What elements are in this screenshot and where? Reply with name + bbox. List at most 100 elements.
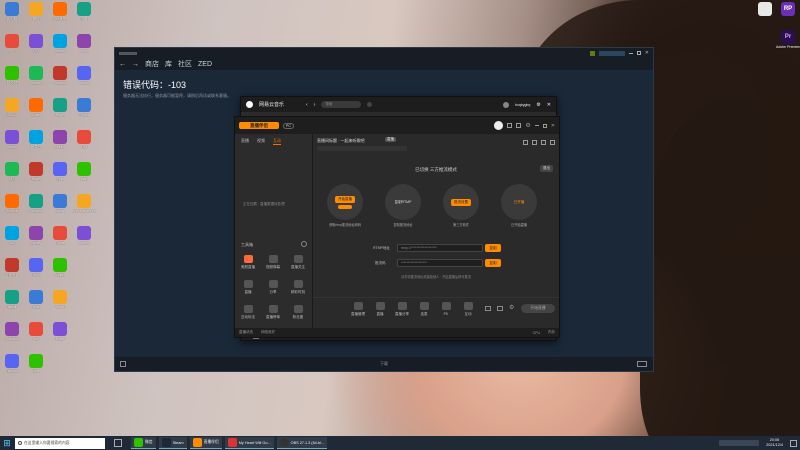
downloads-label[interactable]: 下载 <box>380 361 388 367</box>
desktop-icon[interactable]: Origin <box>24 256 48 290</box>
desktop-icon[interactable]: Steam <box>24 64 48 98</box>
refresh-icon[interactable] <box>301 241 307 247</box>
desktop-icon[interactable]: Steam <box>48 32 72 66</box>
back-arrow-icon[interactable]: ← <box>119 61 126 68</box>
tab-interact[interactable]: 互动 <box>273 138 281 145</box>
bottom-tool[interactable]: PK <box>435 302 457 316</box>
desktop-icon[interactable]: MS <box>0 160 24 194</box>
taskbar-app-music[interactable]: My Heart Will Go... <box>224 437 274 449</box>
desktop-icon[interactable]: 此电脑 <box>0 0 24 34</box>
desktop-icon[interactable]: Folder <box>24 288 48 322</box>
gear-icon[interactable]: ⚙ <box>509 304 514 311</box>
close-icon[interactable]: ✕ <box>645 50 649 56</box>
back-icon[interactable]: ‹ <box>306 102 308 108</box>
desktop-icon[interactable]: Chrome <box>24 192 48 226</box>
bottom-tool[interactable]: 直播 <box>369 302 391 317</box>
lock-icon[interactable] <box>523 140 528 145</box>
steam-menu-icon[interactable] <box>119 51 137 55</box>
nav-community[interactable]: 社区 <box>178 59 192 69</box>
friends-icon[interactable] <box>637 361 647 367</box>
bottom-tool[interactable]: 连麦 <box>413 302 435 317</box>
desktop-icon[interactable]: Adobe <box>72 64 96 98</box>
nav-library[interactable]: 库 <box>165 59 172 69</box>
desktop-icon[interactable]: Pr Adobe Premiere Pro <box>776 28 800 62</box>
windows-start-icon[interactable]: ⊞ <box>2 438 12 448</box>
desktop-icon[interactable]: Photos <box>72 96 96 130</box>
minimize-icon[interactable] <box>628 52 633 54</box>
settings-icon[interactable]: ⚙ <box>536 102 540 108</box>
desktop-icon[interactable]: NVIDIA <box>0 96 24 130</box>
tool-item[interactable]: 视频弹幕 <box>262 255 284 270</box>
taskbar-app-live[interactable]: 直播伴侣 <box>189 437 222 449</box>
desktop-icon[interactable]: Note <box>24 352 48 386</box>
key-field[interactable]: ******************* <box>397 259 483 267</box>
tool-item[interactable]: 精彩时刻 <box>287 280 309 295</box>
close-icon[interactable]: ✕ <box>551 123 555 129</box>
share-icon[interactable] <box>550 140 555 145</box>
desktop-icon[interactable]: 迅雷 <box>72 0 96 34</box>
exit-mode-button[interactable]: 退出 <box>540 165 553 172</box>
desktop-icon[interactable]: Game <box>48 224 72 258</box>
desktop-icon[interactable]: 360 <box>0 224 24 258</box>
desktop-icon[interactable]: Firefox <box>48 128 72 162</box>
tray-icons[interactable] <box>719 440 760 446</box>
account-badge[interactable] <box>598 50 625 56</box>
desktop-icon[interactable]: Word <box>48 288 72 322</box>
desktop-icon[interactable]: 百度网盘 <box>0 256 24 290</box>
desktop-icon[interactable]: QQ音乐 <box>48 0 72 34</box>
desktop-icon[interactable]: Epic Games Launcher <box>72 192 96 226</box>
desktop-icon[interactable]: WeChat <box>0 192 24 226</box>
tool-item[interactable]: 互动玩法 <box>237 305 259 320</box>
forward-icon[interactable]: › <box>314 102 316 108</box>
desktop-icon[interactable]: 微信 <box>24 0 48 34</box>
tool-item[interactable]: 粉丝团 <box>287 305 309 320</box>
bottom-tool[interactable]: 互动 <box>457 302 479 317</box>
desktop-icon[interactable]: Tool <box>72 128 96 162</box>
desktop-icon[interactable]: Discord <box>0 352 24 386</box>
gift-icon[interactable] <box>516 123 522 128</box>
forward-arrow-icon[interactable]: → <box>132 61 139 68</box>
tool-item[interactable]: 直播榜单 <box>262 305 284 320</box>
desktop-icon[interactable]: Epic <box>48 160 72 194</box>
task-view-icon[interactable] <box>114 439 122 447</box>
clock[interactable]: 20:06 2021/12/4 <box>766 438 783 448</box>
desktop-icon[interactable]: 网络 <box>0 32 24 66</box>
settings-icon[interactable]: ⚙ <box>525 122 530 129</box>
notification-icon[interactable] <box>790 439 797 447</box>
desktop-icon[interactable]: Speed <box>72 224 96 258</box>
music-user[interactable]: hxqbygbq <box>515 103 530 107</box>
desktop-icon[interactable]: Xbox <box>72 32 96 66</box>
maximize-icon[interactable] <box>636 51 641 55</box>
desktop-icon[interactable]: Video <box>48 256 72 290</box>
camera-icon[interactable] <box>485 306 491 311</box>
step-button[interactable]: 开始直播 <box>335 195 355 203</box>
notification-icon[interactable] <box>589 50 595 56</box>
desktop-icon[interactable]: Cortana <box>0 320 24 354</box>
nav-store[interactable]: 商店 <box>145 59 159 69</box>
desktop-icon[interactable]: Map <box>72 160 96 194</box>
tool-item[interactable]: 直播关注 <box>287 255 309 270</box>
tool-item[interactable]: 分享 <box>262 280 284 295</box>
taskbar-search[interactable]: 在这里输入你要搜索的内容 <box>15 437 105 449</box>
desktop-icon[interactable] <box>753 0 777 34</box>
taskbar-app-obs[interactable]: OBS 27.1.3 (64-bi... <box>276 437 328 449</box>
desktop-icon[interactable]: bilibili <box>0 288 24 322</box>
minimize-icon[interactable] <box>534 125 539 126</box>
tab-video[interactable]: 视频 <box>257 138 265 145</box>
mic-icon[interactable] <box>497 306 503 311</box>
add-game-icon[interactable] <box>120 361 126 367</box>
copy-rtmp-button[interactable]: 复制 <box>485 244 501 252</box>
desktop-icon[interactable]: Edge <box>24 160 48 194</box>
stream-title[interactable]: 直播间标题 · 一起来听歌吧 <box>317 138 365 144</box>
gear-icon[interactable] <box>541 140 546 145</box>
desktop-icon[interactable]: Adobe <box>0 128 24 162</box>
bag-icon[interactable] <box>532 140 537 145</box>
avatar[interactable] <box>494 121 504 130</box>
message-icon[interactable] <box>507 123 513 128</box>
music-search[interactable]: 搜索 <box>321 101 362 108</box>
step-button[interactable]: 推流设置 <box>451 198 471 206</box>
step-button-2[interactable] <box>338 204 352 209</box>
desktop-icon[interactable]: 回收站 <box>0 64 24 98</box>
avatar[interactable] <box>503 101 510 108</box>
close-icon[interactable]: ✕ <box>547 102 551 108</box>
